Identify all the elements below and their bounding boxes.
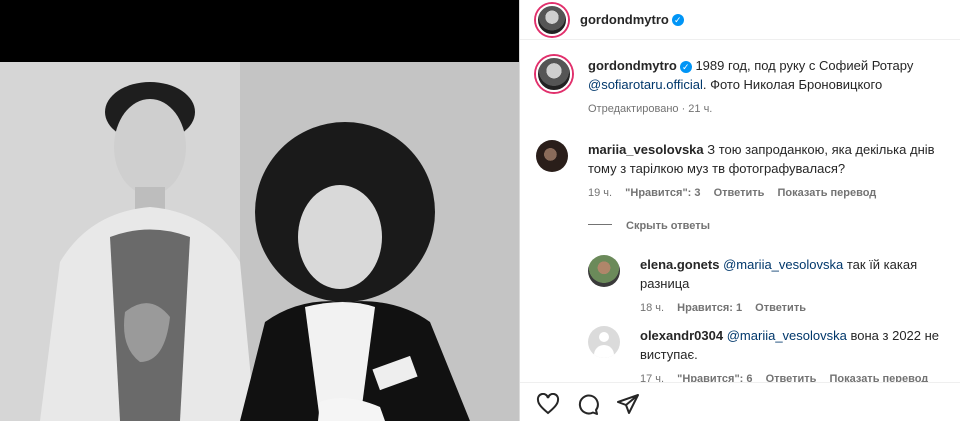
heart-icon[interactable]: [536, 392, 560, 420]
share-icon[interactable]: [616, 393, 640, 420]
post-sidebar: gordondmytro ✓ gordondmytro ✓ 1989 год, по…: [519, 0, 960, 421]
verified-badge-icon: ✓: [671, 13, 684, 26]
replies-divider: [588, 224, 612, 226]
comment-meta: 19 ч. "Нравится": 3 Ответить Показать пе…: [588, 184, 948, 203]
comment-username[interactable]: mariia_vesolovska: [588, 142, 704, 157]
comment-time: 19 ч.: [588, 187, 613, 199]
reply-mention[interactable]: @mariia_vesolovska: [723, 257, 843, 272]
verified-badge-icon: ✓: [679, 60, 692, 73]
caption-text: 1989 год, под руку с Софией Ротару: [695, 58, 914, 73]
reply-mention[interactable]: @mariia_vesolovska: [727, 328, 847, 343]
reply-likes[interactable]: Нравится: 1: [677, 302, 742, 314]
comment-likes[interactable]: "Нравится": 3: [625, 187, 700, 199]
reply-username[interactable]: elena.gonets: [640, 257, 719, 272]
comment-reply-button[interactable]: Ответить: [714, 187, 765, 199]
caption-username[interactable]: gordondmytro: [588, 58, 677, 73]
author-avatar[interactable]: [536, 4, 568, 36]
post-header: gordondmytro ✓: [520, 0, 960, 40]
reply-reply-button[interactable]: Ответить: [755, 302, 806, 314]
replier-avatar[interactable]: [588, 255, 620, 287]
comment-translate-button[interactable]: Показать перевод: [777, 187, 876, 199]
default-avatar-icon[interactable]: [588, 326, 620, 358]
author-avatar-caption[interactable]: [536, 56, 572, 92]
author-username[interactable]: gordondmytro: [580, 12, 669, 27]
caption-mention[interactable]: @sofiarotaru.official: [588, 77, 703, 92]
commenter-avatar[interactable]: [536, 140, 568, 172]
caption-text-tail: . Фото Николая Броновицкого: [702, 77, 883, 92]
hide-replies-label: Скрыть ответы: [626, 220, 710, 232]
post-photo: [0, 62, 519, 421]
hide-replies-toggle[interactable]: Скрыть ответы: [588, 216, 710, 234]
caption-edited: Отредактировано · 21 ч.: [588, 103, 713, 115]
reply-time: 18 ч.: [640, 302, 665, 314]
post-actions: [520, 382, 960, 421]
reply-username[interactable]: olexandr0304: [640, 328, 723, 343]
comment-icon[interactable]: [576, 393, 600, 420]
post-media[interactable]: [0, 0, 519, 421]
reply-meta: 18 ч. Нравится: 1 Ответить: [640, 299, 950, 318]
